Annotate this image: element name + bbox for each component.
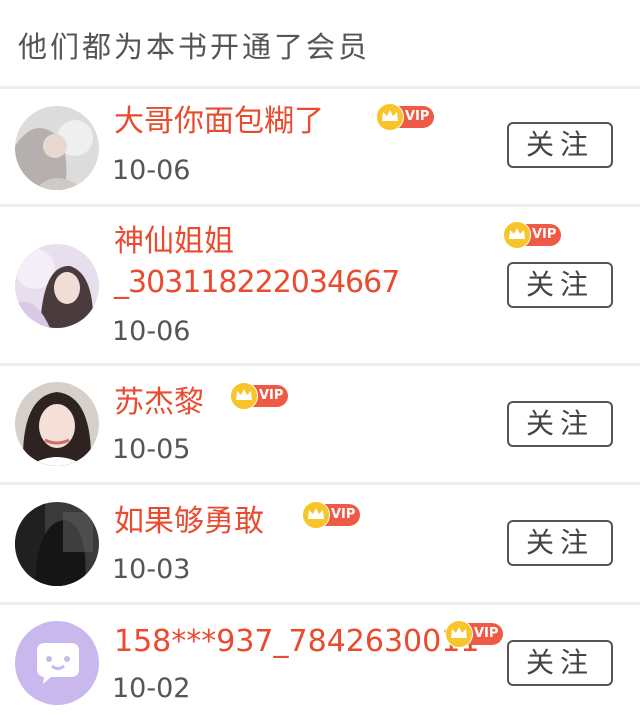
avatar[interactable] — [15, 382, 99, 466]
vip-badge: VIP — [302, 501, 360, 529]
follow-button[interactable]: 关注 — [507, 401, 613, 447]
vip-label: VIP — [474, 626, 499, 641]
crown-icon — [503, 221, 531, 249]
date-label: 10-03 — [112, 554, 191, 585]
member-name: 苏杰黎 — [114, 385, 204, 420]
follow-button[interactable]: 关注 — [507, 520, 613, 566]
date-label: 10-06 — [112, 316, 191, 347]
avatar[interactable] — [15, 502, 99, 586]
date-label: 10-05 — [112, 434, 191, 465]
vip-badge: VIP — [376, 103, 434, 131]
vip-label: VIP — [532, 227, 557, 242]
crown-icon — [230, 382, 258, 410]
avatar[interactable] — [15, 244, 99, 328]
follow-button[interactable]: 关注 — [507, 640, 613, 686]
follow-button[interactable]: 关注 — [507, 262, 613, 308]
header: 他们都为本书开通了会员 — [0, 0, 640, 86]
date-label: 10-02 — [112, 673, 191, 704]
vip-label: VIP — [259, 388, 284, 403]
follow-button[interactable]: 关注 — [507, 122, 613, 168]
member-name: 158***937_7842630011 — [114, 624, 480, 659]
member-name: 神仙姐姐 — [114, 224, 234, 259]
date-label: 10-06 — [112, 155, 191, 186]
avatar[interactable] — [15, 621, 99, 705]
list-item[interactable]: 大哥你面包糊了 VIP 10-06 关注 — [0, 89, 640, 204]
list-item[interactable]: 158***937_7842630011 VIP 10-02 关注 — [0, 605, 640, 717]
page: 他们都为本书开通了会员 大哥你面包糊了 VIP 10-06 关注 神仙姐姐 _3… — [0, 0, 640, 717]
avatar[interactable] — [15, 106, 99, 190]
crown-icon — [376, 103, 404, 131]
vip-label: VIP — [331, 507, 356, 522]
list-item[interactable]: 神仙姐姐 _303118222034667 VIP 10-06 关注 — [0, 207, 640, 363]
page-title: 他们都为本书开通了会员 — [18, 30, 371, 64]
crown-icon — [445, 620, 473, 648]
list-item[interactable]: 如果够勇敢 VIP 10-03 关注 — [0, 485, 640, 602]
vip-badge: VIP — [230, 382, 288, 410]
member-name: 如果够勇敢 — [114, 504, 264, 539]
member-name: _303118222034667 — [114, 265, 400, 300]
crown-icon — [302, 501, 330, 529]
vip-badge: VIP — [503, 221, 561, 249]
vip-label: VIP — [405, 109, 430, 124]
list-item[interactable]: 苏杰黎 VIP 10-05 关注 — [0, 366, 640, 482]
vip-badge: VIP — [445, 620, 503, 648]
member-name: 大哥你面包糊了 — [114, 104, 324, 139]
